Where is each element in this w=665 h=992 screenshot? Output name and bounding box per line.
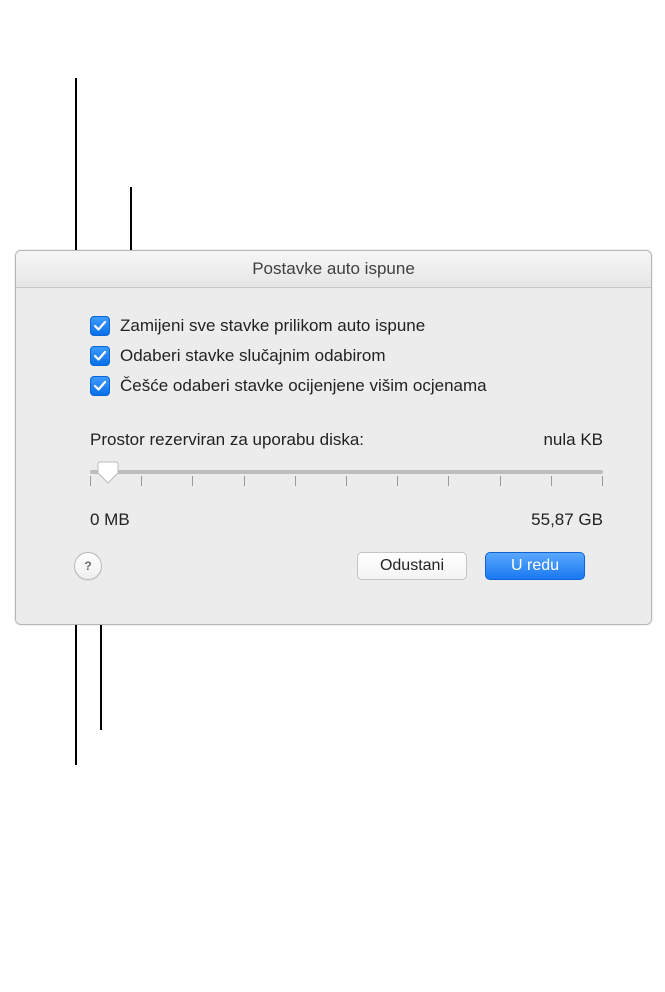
checkmark-icon [93,319,107,333]
checkbox-random[interactable] [90,346,110,366]
checkbox-row-random: Odaberi stavke slučajnim odabirom [90,346,613,366]
slider-label-row: Prostor rezerviran za uporabu diska: nul… [90,430,603,450]
autofill-settings-dialog: Postavke auto ispune Zamijeni sve stavke… [15,250,652,625]
svg-text:?: ? [84,559,91,573]
ok-button-label: U redu [511,557,559,575]
slider-max-label: 55,87 GB [531,510,603,530]
slider-value: nula KB [543,430,603,450]
checkbox-label: Odaberi stavke slučajnim odabirom [120,346,386,366]
checkmark-icon [93,379,107,393]
ok-button[interactable]: U redu [485,552,585,580]
checkmark-icon [93,349,107,363]
slider-range-row: 0 MB 55,87 GB [90,510,603,530]
dialog-title: Postavke auto ispune [16,251,651,288]
slider-thumb[interactable] [97,460,119,484]
slider-track [90,470,603,474]
checkbox-label: Zamijeni sve stavke prilikom auto ispune [120,316,425,336]
slider-thumb-icon [97,460,119,484]
checkbox-higher-rated[interactable] [90,376,110,396]
checkbox-label: Češće odaberi stavke ocijenjene višim oc… [120,376,487,396]
checkbox-replace-all[interactable] [90,316,110,336]
cancel-button[interactable]: Odustani [357,552,467,580]
cancel-button-label: Odustani [380,557,444,575]
dialog-footer: ? Odustani U redu [54,530,613,602]
disk-space-slider-section: Prostor rezerviran za uporabu diska: nul… [90,430,603,530]
dialog-content: Zamijeni sve stavke prilikom auto ispune… [16,288,651,624]
slider-min-label: 0 MB [90,510,130,530]
slider-label: Prostor rezerviran za uporabu diska: [90,430,364,450]
slider-ticks [90,476,603,488]
dialog-title-text: Postavke auto ispune [252,259,415,278]
disk-space-slider[interactable] [90,462,603,502]
help-icon: ? [80,558,96,574]
checkbox-row-higher-rated: Češće odaberi stavke ocijenjene višim oc… [90,376,613,396]
help-button[interactable]: ? [74,552,102,580]
checkbox-row-replace-all: Zamijeni sve stavke prilikom auto ispune [90,316,613,336]
